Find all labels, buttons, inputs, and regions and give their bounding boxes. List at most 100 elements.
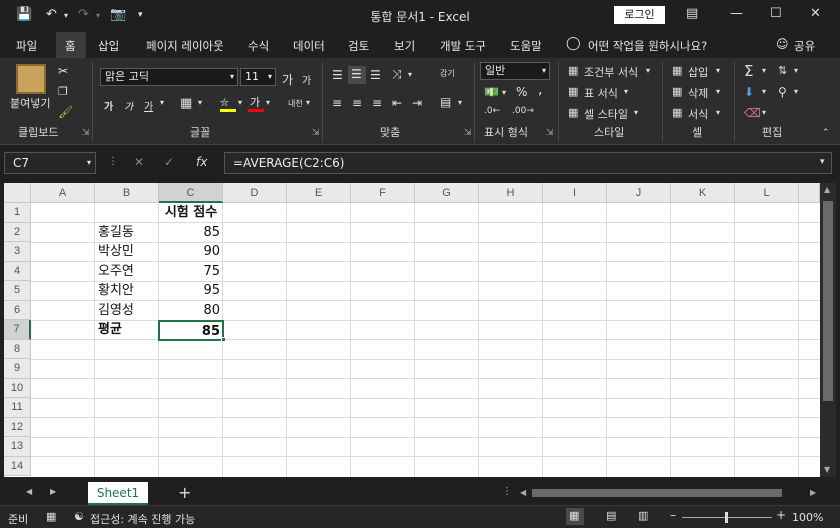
row-header-7[interactable]: 7 <box>4 320 31 340</box>
menu-help[interactable]: 도움말 <box>510 38 542 54</box>
borders-dropdown-icon[interactable]: ▾ <box>198 98 202 107</box>
sort-filter-icon[interactable]: ⇅ <box>778 64 787 77</box>
menu-page-layout[interactable]: 페이지 레이아웃 <box>146 38 224 54</box>
cell-styles-dropdown-icon[interactable]: ▾ <box>634 108 638 117</box>
wrap-text-button[interactable]: 감기 <box>440 68 455 79</box>
align-left-icon[interactable]: ≡ <box>332 96 342 110</box>
row-header-10[interactable]: 10 <box>4 378 31 398</box>
format-dropdown-icon[interactable]: ▾ <box>716 108 720 117</box>
cell-b3[interactable]: 박상민 <box>98 242 158 262</box>
format-as-table-button[interactable]: 표 서식 <box>584 85 618 101</box>
sort-filter-dropdown-icon[interactable]: ▾ <box>794 66 798 75</box>
orientation-dropdown-icon[interactable]: ▾ <box>408 70 412 79</box>
scroll-up-icon[interactable]: ▲ <box>824 185 830 194</box>
conditional-formatting-button[interactable]: 조건부 서식 <box>584 64 638 80</box>
accessibility-status[interactable]: 접근성: 계속 진행 가능 <box>90 511 195 527</box>
fill-icon[interactable]: ⬇ <box>744 85 754 99</box>
fill-handle[interactable] <box>221 337 226 342</box>
align-bottom-icon[interactable]: ☰ <box>370 68 381 82</box>
cell-b2[interactable]: 홍길동 <box>98 223 158 243</box>
horizontal-scroll-thumb[interactable] <box>532 489 782 497</box>
clear-dropdown-icon[interactable]: ▾ <box>762 108 766 117</box>
fill-color-icon[interactable]: ⛦ <box>220 96 236 112</box>
cancel-entry-icon[interactable]: ✕ <box>134 155 144 169</box>
row-header-14[interactable]: 14 <box>4 456 31 476</box>
menu-file[interactable]: 파일 <box>16 38 37 54</box>
row-header-11[interactable]: 11 <box>4 398 31 418</box>
increase-indent-icon[interactable]: ⇥ <box>412 96 422 110</box>
name-box[interactable]: C7 ▾ <box>4 152 96 174</box>
font-color-icon[interactable]: 가 <box>248 94 264 112</box>
row-header-6[interactable]: 6 <box>4 300 31 320</box>
bold-button[interactable]: 가 <box>104 98 113 113</box>
cell-b5[interactable]: 황치안 <box>98 281 158 301</box>
cut-icon[interactable]: ✂ <box>58 64 68 78</box>
collapse-ribbon-icon[interactable]: ⌃ <box>822 128 830 138</box>
insert-dropdown-icon[interactable]: ▾ <box>716 66 720 75</box>
format-cells-button[interactable]: 서식 <box>688 106 708 122</box>
menu-formulas[interactable]: 수식 <box>248 38 269 54</box>
orientation-icon[interactable]: ⤨ <box>392 67 402 82</box>
tab-split-icon[interactable]: ⋮ <box>502 486 512 497</box>
font-name-select[interactable]: 맑은 고딕 ▾ <box>100 68 238 86</box>
autosum-dropdown-icon[interactable]: ▾ <box>762 66 766 75</box>
cell-b4[interactable]: 오주연 <box>98 262 158 282</box>
delete-cells-button[interactable]: 삭제 <box>688 85 708 101</box>
row-header-3[interactable]: 3 <box>4 242 31 262</box>
find-dropdown-icon[interactable]: ▾ <box>794 87 798 96</box>
menu-data[interactable]: 데이터 <box>293 38 325 54</box>
merge-center-icon[interactable]: ▤ <box>440 95 451 109</box>
insert-cells-button[interactable]: 삽입 <box>688 64 708 80</box>
phonetic-dropdown-icon[interactable]: ▾ <box>306 98 310 107</box>
cell-c2[interactable]: 85 <box>159 223 220 243</box>
comma-button[interactable]: , <box>538 82 542 98</box>
number-launcher-icon[interactable]: ⇲ <box>546 128 554 138</box>
font-color-dropdown-icon[interactable]: ▾ <box>266 98 270 107</box>
decrease-font-icon[interactable]: 가 <box>302 72 311 87</box>
align-right-icon[interactable]: ≡ <box>372 96 382 110</box>
menu-review[interactable]: 검토 <box>348 38 369 54</box>
accounting-dropdown-icon[interactable]: ▾ <box>502 88 506 97</box>
zoom-slider-thumb[interactable] <box>725 512 728 523</box>
tell-me-search[interactable]: 어떤 작업을 원하시나요? <box>588 38 707 54</box>
zoom-level[interactable]: 100% <box>792 511 823 524</box>
row-header-13[interactable]: 13 <box>4 437 31 457</box>
delete-dropdown-icon[interactable]: ▾ <box>716 87 720 96</box>
align-center-icon[interactable]: ≡ <box>352 96 362 110</box>
cell-b6[interactable]: 김영성 <box>98 301 158 321</box>
clipboard-launcher-icon[interactable]: ⇲ <box>82 128 90 138</box>
scroll-thumb[interactable] <box>823 201 833 401</box>
conditional-dropdown-icon[interactable]: ▾ <box>646 66 650 75</box>
cell-c7-selected[interactable]: 85 <box>158 319 224 341</box>
fill-dropdown-icon[interactable]: ▾ <box>762 87 766 96</box>
col-header-j[interactable]: J <box>607 183 671 203</box>
table-dropdown-icon[interactable]: ▾ <box>624 87 628 96</box>
paste-button[interactable]: 붙여넣기 <box>10 95 50 111</box>
col-header-f[interactable]: F <box>351 183 415 203</box>
row-header-9[interactable]: 9 <box>4 359 31 379</box>
row-header-12[interactable]: 12 <box>4 417 31 437</box>
col-header-g[interactable]: G <box>415 183 479 203</box>
italic-button[interactable]: 가 <box>124 98 133 113</box>
col-header-k[interactable]: K <box>671 183 735 203</box>
formula-input[interactable]: =AVERAGE(C2:C6) <box>224 152 832 174</box>
copy-icon[interactable]: ❐ <box>58 85 68 98</box>
decrease-decimal-icon[interactable]: .00→ <box>512 106 534 116</box>
row-header-2[interactable]: 2 <box>4 222 31 242</box>
find-select-icon[interactable]: ⚲ <box>778 85 787 99</box>
align-top-icon[interactable]: ☰ <box>332 68 343 82</box>
align-middle-active[interactable]: ☰ <box>348 66 366 84</box>
cell-b7[interactable]: 평균 <box>98 320 158 340</box>
autosum-icon[interactable]: Σ <box>744 62 753 80</box>
font-launcher-icon[interactable]: ⇲ <box>312 128 320 138</box>
login-button[interactable]: 로그인 <box>614 6 665 24</box>
underline-button[interactable]: 가 <box>144 98 153 113</box>
expand-formula-icon[interactable]: ▾ <box>820 157 825 167</box>
scroll-down-icon[interactable]: ▼ <box>824 465 830 474</box>
share-button[interactable]: 공유 <box>794 38 815 54</box>
minimize-button[interactable]: — <box>730 6 743 21</box>
menu-home[interactable]: 홈 <box>65 38 76 54</box>
col-header-l[interactable]: L <box>735 183 799 203</box>
row-header-1[interactable]: 1 <box>4 203 31 223</box>
format-painter-icon[interactable]: 🖌 <box>58 105 73 119</box>
